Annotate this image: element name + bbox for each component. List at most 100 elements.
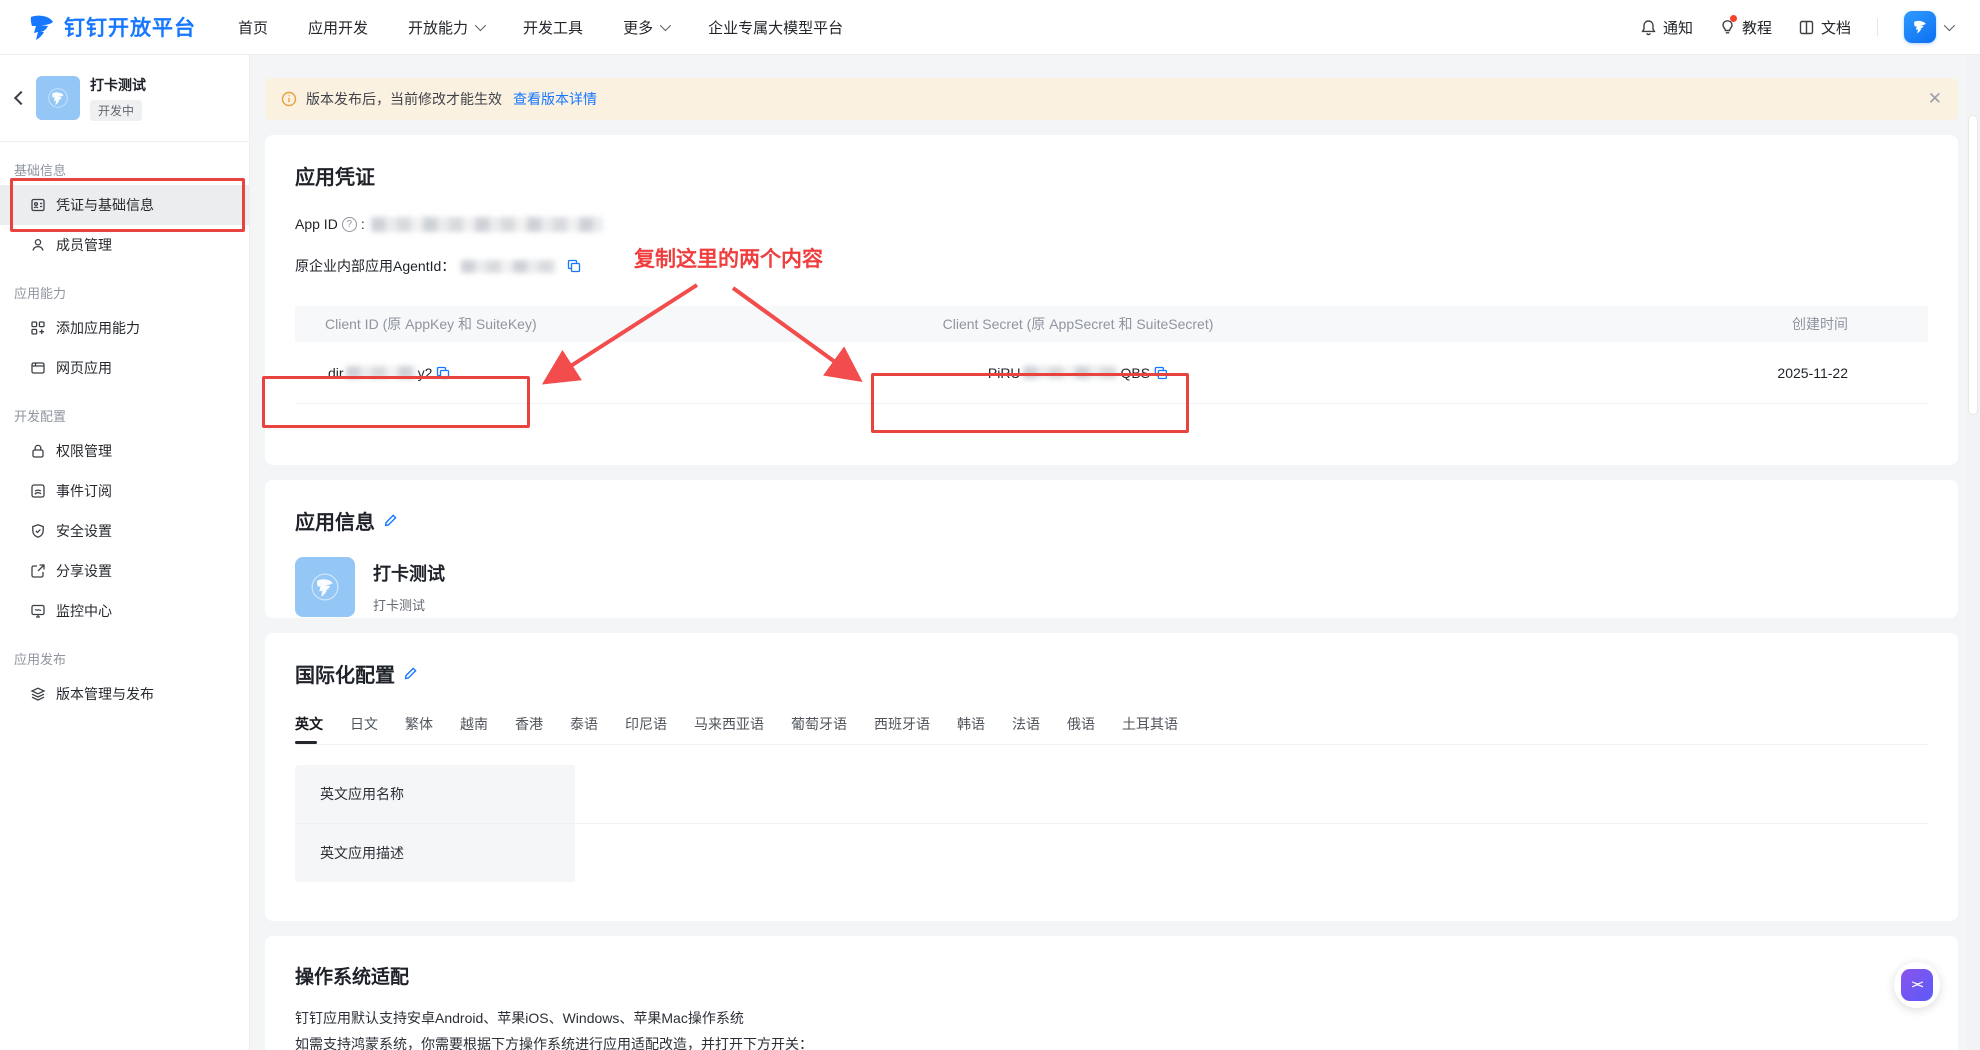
banner-text: 版本发布后，当前修改才能生效 (306, 89, 502, 109)
tab-vietnamese[interactable]: 越南 (460, 714, 488, 744)
os-line-1: 钉钉应用默认支持安卓Android、苹果iOS、Windows、苹果Mac操作系… (295, 1005, 1928, 1031)
nav-item-more[interactable]: 更多 (623, 17, 668, 38)
divider (1877, 18, 1878, 36)
client-id-value: diry2 (328, 365, 450, 381)
table-row: 英文应用名称 (295, 765, 1928, 824)
tab-japanese[interactable]: 日文 (350, 714, 378, 744)
app-info-card: 应用信息 打卡测试 打卡测试 (265, 480, 1958, 618)
tab-traditional[interactable]: 繁体 (405, 714, 433, 744)
agent-id-label: 原企业内部应用AgentId： (295, 256, 455, 276)
sidebar-item-label: 权限管理 (56, 441, 112, 461)
en-app-name-label: 英文应用名称 (295, 765, 575, 823)
sidebar-item-version-release[interactable]: 版本管理与发布 (0, 674, 249, 714)
notification-dot (1730, 15, 1737, 22)
client-secret-value: PiRUQBS (988, 365, 1168, 381)
os-adaptation-card: 操作系统适配 钉钉应用默认支持安卓Android、苹果iOS、Windows、苹… (265, 936, 1958, 1050)
agent-id-value-masked (461, 260, 557, 273)
view-version-details-link[interactable]: 查看版本详情 (513, 89, 597, 109)
tab-russian[interactable]: 俄语 (1067, 714, 1095, 744)
red-annotation-text: 复制这里的两个内容 (634, 243, 823, 273)
tab-indonesian[interactable]: 印尼语 (625, 714, 667, 744)
tab-portuguese[interactable]: 葡萄牙语 (791, 714, 847, 744)
copy-icon[interactable] (1154, 366, 1168, 380)
os-line-2: 如需支持鸿蒙系统，你需要根据下方操作系统进行应用适配改造，并打开下方开关： (295, 1031, 1928, 1050)
app-avatar (295, 557, 355, 617)
help-icon[interactable]: ? (342, 217, 357, 232)
lock-icon (30, 443, 46, 459)
tab-english[interactable]: 英文 (295, 714, 323, 744)
tab-malay[interactable]: 马来西亚语 (694, 714, 764, 744)
nav-item-app-dev[interactable]: 应用开发 (308, 17, 368, 38)
rss-icon (30, 483, 46, 499)
tab-turkish[interactable]: 土耳其语 (1122, 714, 1178, 744)
back-button[interactable] (12, 91, 26, 105)
info-icon (281, 91, 297, 107)
app-avatar (36, 76, 80, 120)
sidebar: 打卡测试 开发中 基础信息 凭证与基础信息 成员管理 应用能力 添加应用能力 (0, 55, 250, 1050)
brand-logo[interactable]: 钉钉开放平台 (28, 12, 196, 42)
tab-french[interactable]: 法语 (1012, 714, 1040, 744)
os-adaptation-text: 钉钉应用默认支持安卓Android、苹果iOS、Windows、苹果Mac操作系… (295, 1005, 1928, 1050)
main-content: 版本发布后，当前修改才能生效 查看版本详情 ✕ 应用凭证 App ID ? : … (250, 55, 1980, 1050)
sidebar-item-web-app[interactable]: 网页应用 (0, 348, 249, 388)
notifications-button[interactable]: 通知 (1640, 17, 1693, 38)
table-row: 英文应用描述 (295, 824, 1928, 882)
copy-icon[interactable] (436, 366, 450, 380)
i18n-config-card: 国际化配置 英文 日文 繁体 越南 香港 泰语 印尼语 马来西亚语 葡萄牙语 西… (265, 633, 1958, 921)
credentials-table: Client ID (原 AppKey 和 SuiteKey) Client S… (295, 306, 1928, 404)
book-icon (1798, 19, 1815, 36)
dingtalk-wing-icon (28, 13, 56, 41)
nav-item-enterprise-llm[interactable]: 企业专属大模型平台 (708, 17, 843, 38)
close-icon[interactable]: ✕ (1928, 89, 1942, 109)
os-adaptation-title: 操作系统适配 (295, 962, 409, 989)
credentials-title: 应用凭证 (295, 161, 1928, 190)
sidebar-section-capabilities: 应用能力 (0, 265, 249, 308)
sidebar-app-header: 打卡测试 开发中 (0, 55, 249, 142)
sidebar-section-basic-info: 基础信息 (0, 142, 249, 185)
version-banner: 版本发布后，当前修改才能生效 查看版本详情 ✕ (265, 78, 1958, 120)
assistant-fab[interactable]: >< (1894, 962, 1940, 1008)
tab-korean[interactable]: 韩语 (957, 714, 985, 744)
sidebar-item-permissions[interactable]: 权限管理 (0, 431, 249, 471)
credentials-table-header: Client ID (原 AppKey 和 SuiteKey) Client S… (295, 306, 1928, 342)
sidebar-item-share-settings[interactable]: 分享设置 (0, 551, 249, 591)
en-app-desc-value (575, 824, 1928, 882)
sidebar-item-members[interactable]: 成员管理 (0, 225, 249, 265)
app-description: 打卡测试 (373, 595, 445, 614)
tab-thai[interactable]: 泰语 (570, 714, 598, 744)
docs-button[interactable]: 文档 (1798, 17, 1851, 38)
sidebar-item-credentials[interactable]: 凭证与基础信息 (0, 185, 249, 225)
nav-item-open-capabilities[interactable]: 开放能力 (408, 17, 483, 38)
edit-icon[interactable] (403, 666, 418, 681)
language-tabs: 英文 日文 繁体 越南 香港 泰语 印尼语 马来西亚语 葡萄牙语 西班牙语 韩语… (295, 714, 1928, 745)
client-id-header: Client ID (原 AppKey 和 SuiteKey) (325, 314, 537, 334)
sidebar-item-label: 事件订阅 (56, 481, 112, 501)
i18n-table: 英文应用名称 英文应用描述 (295, 765, 1928, 882)
sidebar-section-dev-config: 开发配置 (0, 388, 249, 431)
tab-spanish[interactable]: 西班牙语 (874, 714, 930, 744)
assistant-icon: >< (1901, 969, 1933, 1001)
tab-hongkong[interactable]: 香港 (515, 714, 543, 744)
agent-id-row: 原企业内部应用AgentId： (295, 256, 1928, 276)
chevron-down-icon (660, 20, 671, 31)
sidebar-item-monitor-center[interactable]: 监控中心 (0, 591, 249, 631)
nav-menu: 首页 应用开发 开放能力 开发工具 更多 企业专属大模型平台 (238, 17, 843, 38)
sidebar-item-label: 添加应用能力 (56, 318, 140, 338)
sidebar-item-security[interactable]: 安全设置 (0, 511, 249, 551)
app-name: 打卡测试 (90, 75, 146, 95)
scrollbar-track[interactable] (1966, 55, 1980, 1050)
sidebar-item-label: 成员管理 (56, 235, 112, 255)
account-menu[interactable] (1904, 11, 1952, 43)
nav-item-dev-tools[interactable]: 开发工具 (523, 17, 583, 38)
nav-item-home[interactable]: 首页 (238, 17, 268, 38)
sidebar-item-add-capability[interactable]: 添加应用能力 (0, 308, 249, 348)
app-id-row: App ID ? : (295, 216, 1928, 232)
i18n-title: 国际化配置 (295, 659, 395, 688)
copy-icon[interactable] (567, 259, 581, 273)
en-app-desc-label: 英文应用描述 (295, 824, 575, 882)
scrollbar-thumb[interactable] (1968, 115, 1978, 415)
shield-check-icon (30, 523, 46, 539)
tutorial-button[interactable]: 教程 (1719, 17, 1772, 38)
edit-icon[interactable] (383, 513, 398, 528)
sidebar-item-event-subscription[interactable]: 事件订阅 (0, 471, 249, 511)
